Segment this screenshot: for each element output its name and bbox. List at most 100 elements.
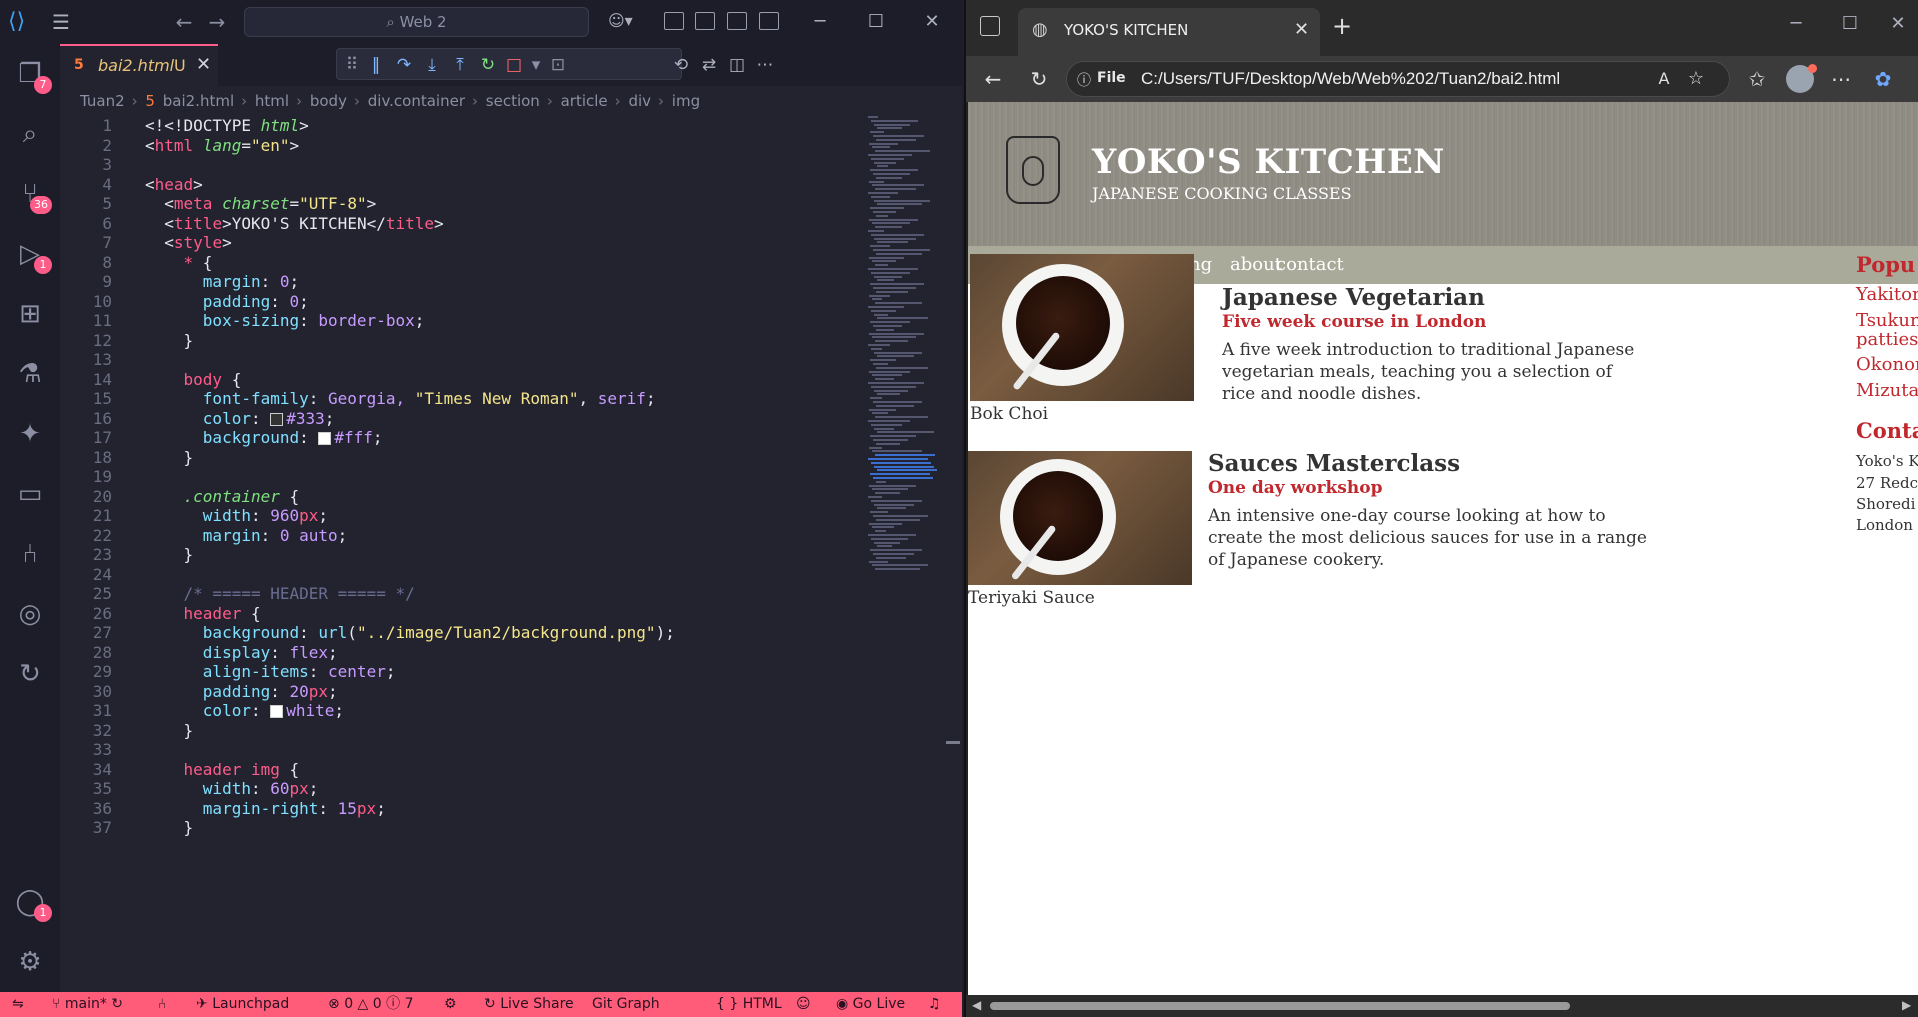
branch-status[interactable]: ⑂ main* ↻ (52, 992, 123, 1017)
compare-icon[interactable]: ⇄ (698, 54, 720, 76)
inspect-icon[interactable]: ⊡ (547, 54, 569, 76)
minimap-line (875, 416, 928, 419)
more-actions-icon[interactable]: ⋯ (1828, 66, 1854, 92)
minimap-line (875, 302, 922, 305)
copilot-status-icon[interactable]: ☺ (796, 992, 811, 1017)
timeline-icon[interactable]: ⟲ (670, 54, 692, 76)
folder-icon[interactable]: ▭ (12, 476, 48, 512)
scrollbar-thumb[interactable] (990, 1002, 1570, 1010)
forward-arrow-icon[interactable]: → (205, 10, 229, 34)
toggle-panel-icon[interactable] (727, 12, 747, 30)
breadcrumb-item[interactable]: Tuan2 (80, 92, 125, 110)
address-bar[interactable]: ⓘ File C:/Users/TUF/Desktop/Web/Web%202/… (1066, 61, 1730, 97)
breadcrumb-item[interactable]: img (672, 92, 700, 110)
step-into-icon[interactable]: ⤓ (421, 54, 443, 76)
refresh-icon[interactable]: ↻ (1026, 66, 1052, 92)
settings-gear-icon[interactable]: ⚙ (12, 944, 48, 980)
scroll-left-icon[interactable]: ◀ (972, 998, 981, 1012)
extensions-icon[interactable]: ⊞ (12, 296, 48, 332)
aside-link[interactable]: patties (1856, 329, 1918, 350)
notifications-icon[interactable]: ♫ (928, 992, 941, 1017)
address-url[interactable]: C:/Users/TUF/Desktop/Web/Web%202/Tuan2/b… (1141, 69, 1560, 89)
close-tab-icon[interactable]: ✕ (196, 54, 211, 75)
aside-link[interactable]: Yakitor (1856, 284, 1918, 305)
minimize-button[interactable]: ─ (800, 8, 840, 36)
language-status[interactable]: { } HTML (716, 992, 782, 1017)
nav-link-contact[interactable]: contact (1276, 254, 1344, 275)
minimap-line (874, 427, 894, 430)
code-line: } (145, 447, 194, 467)
live-share-status[interactable]: ↻ Live Share (484, 992, 574, 1017)
git-graph-icon[interactable]: ⑃ (12, 536, 48, 572)
source-control-icon[interactable]: ⑂ 36 (12, 176, 52, 214)
aside-link[interactable]: Tsukun (1856, 310, 1918, 331)
back-arrow-icon[interactable]: ← (172, 10, 196, 34)
step-out-icon[interactable]: ⤒ (449, 54, 471, 76)
breadcrumb-item[interactable]: body (310, 92, 347, 110)
info-icon[interactable]: ⓘ (1077, 70, 1091, 90)
minimap[interactable] (868, 116, 946, 596)
tab-actions-icon[interactable] (980, 16, 1000, 36)
browser-tab[interactable]: ◍ YOKO'S KITCHEN ✕ (1018, 8, 1320, 56)
more-actions-icon[interactable]: ⋯ (754, 54, 776, 76)
favorite-star-icon[interactable]: ☆ (1683, 66, 1709, 92)
editor-tab-bai2[interactable]: 5 bai2.html U ✕ (60, 44, 218, 86)
color-swatch[interactable] (270, 705, 284, 718)
step-over-icon[interactable]: ↷ (393, 54, 415, 76)
explorer-icon[interactable]: ❐ 7 (12, 56, 52, 94)
minimize-button[interactable]: ─ (1776, 10, 1816, 38)
live-share-icon[interactable]: ↻ (12, 656, 48, 692)
command-center-search[interactable]: ⌕ Web 2 (244, 7, 589, 37)
copilot-icon[interactable]: ☺▾ (608, 11, 642, 33)
maximize-button[interactable]: ☐ (856, 8, 896, 36)
run-debug-icon[interactable]: ▷ 1 (12, 236, 52, 274)
color-swatch[interactable] (270, 412, 284, 426)
problems-status[interactable]: ⊗ 0 △ 0 ⓘ 7 (328, 992, 414, 1017)
remote-explorer-icon[interactable]: ◎ (12, 596, 48, 632)
drag-handle-icon[interactable]: ⠿ (341, 54, 363, 76)
close-tab-icon[interactable]: ✕ (1294, 19, 1309, 40)
git-icon[interactable]: ⑃ (158, 992, 166, 1017)
favorites-icon[interactable]: ✩ (1744, 66, 1770, 92)
back-arrow-icon[interactable]: ← (980, 66, 1006, 92)
breadcrumb-item[interactable]: div.container (368, 92, 465, 110)
git-graph-status[interactable]: Git Graph (592, 992, 660, 1017)
copilot-icon[interactable]: ✿ (1870, 66, 1896, 92)
minimap-line (873, 477, 933, 479)
remote-icon[interactable]: ⇋ (12, 992, 24, 1017)
breadcrumb-item[interactable]: div (628, 92, 651, 110)
nav-link-about[interactable]: about (1230, 254, 1282, 275)
close-window-button[interactable]: ✕ (912, 8, 952, 36)
toggle-primary-sidebar-icon[interactable] (695, 12, 715, 30)
new-tab-button[interactable]: + (1332, 14, 1352, 38)
color-swatch[interactable] (318, 432, 332, 445)
maximize-button[interactable]: ☐ (1830, 10, 1870, 38)
customize-layout-icon[interactable] (664, 12, 684, 30)
read-aloud-icon[interactable]: A (1651, 66, 1677, 92)
menu-icon[interactable]: ☰ (52, 10, 82, 34)
breadcrumb-item[interactable]: bai2.html (163, 92, 234, 110)
breadcrumb-item[interactable]: article (561, 92, 608, 110)
testing-icon[interactable]: ⚗ (12, 356, 48, 392)
breadcrumb-item[interactable]: section (486, 92, 540, 110)
restart-icon[interactable]: ↻ (477, 54, 499, 76)
breadcrumb-item[interactable]: html (255, 92, 289, 110)
close-window-button[interactable]: ✕ (1878, 10, 1918, 38)
search-activity-icon[interactable]: ⌕ (12, 116, 48, 152)
debug-status-icon[interactable]: ⚙ (444, 992, 457, 1017)
aside-link[interactable]: Okonor (1856, 354, 1918, 375)
horizontal-scrollbar[interactable]: ◀ ▶ (966, 995, 1918, 1017)
stop-icon[interactable]: □ (503, 54, 525, 76)
accounts-icon[interactable]: ◯ 1 (12, 884, 52, 922)
aside-link[interactable]: Mizuta (1856, 380, 1918, 401)
launchpad-status[interactable]: ✈ Launchpad (196, 992, 289, 1017)
scroll-right-icon[interactable]: ▶ (1902, 998, 1911, 1012)
pause-icon[interactable]: ‖ (365, 54, 387, 76)
minimap-line (870, 131, 884, 134)
go-live-status[interactable]: ◉ Go Live (836, 992, 905, 1017)
python-icon[interactable]: ✦ (12, 416, 48, 452)
split-editor-icon[interactable]: ◫ (726, 54, 748, 76)
toggle-secondary-sidebar-icon[interactable] (759, 12, 779, 30)
code-editor[interactable]: 1 2 3 4 5 6 7 8 9 10 11 12 13 14 15 16 17 18 19 20 21 22 23 24 2… (60, 116, 860, 992)
chevron-down-icon[interactable]: ▾ (525, 54, 547, 76)
